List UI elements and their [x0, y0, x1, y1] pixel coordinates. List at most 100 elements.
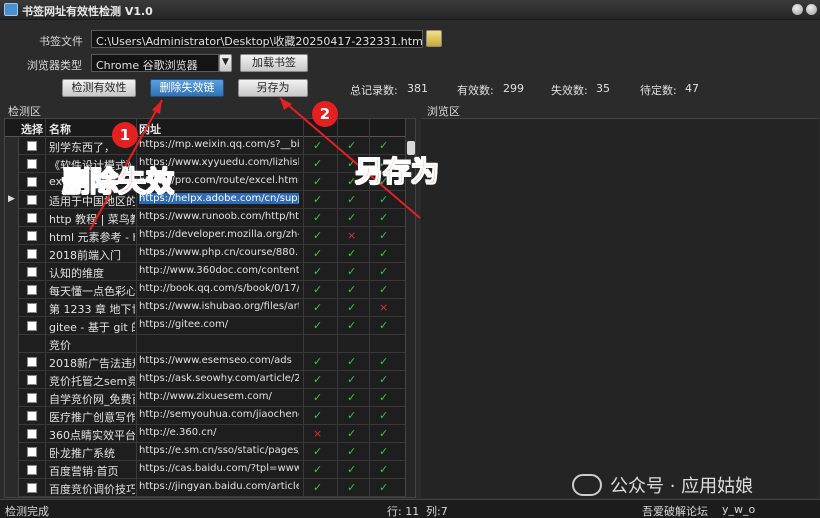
row-url[interactable]: http://book.qq.com/s/book/0/17/17727/	[139, 283, 299, 294]
delete-invalid-button[interactable]: 删除失效链	[150, 79, 224, 97]
table-row[interactable]: http 教程 | 菜鸟教程 https://www.runoob.com/htt…	[5, 209, 405, 227]
close-button[interactable]	[806, 4, 817, 15]
row-header[interactable]	[5, 353, 19, 371]
forum-text: 吾爱破解论坛	[642, 505, 708, 518]
row-checkbox[interactable]	[27, 357, 37, 367]
row-checkbox[interactable]	[27, 195, 37, 205]
row-checkbox[interactable]	[27, 321, 37, 331]
table-row[interactable]: 自学竞价网_免费百 http://www.zixuesem.com/ ✓ ✓ ✓	[5, 389, 405, 407]
row-checkbox[interactable]	[27, 447, 37, 457]
row-url[interactable]: https://cas.baidu.com/?tpl=www2&from	[139, 463, 299, 474]
row-checkbox[interactable]	[27, 267, 37, 277]
row-header[interactable]	[5, 209, 19, 227]
row-checkbox[interactable]	[27, 177, 37, 187]
row-name: gitee - 基于 git 的代	[49, 321, 135, 334]
row-header[interactable]	[5, 389, 19, 407]
annotation-badge-1: 1	[112, 122, 138, 148]
row-header[interactable]	[5, 371, 19, 389]
row-checkbox[interactable]	[27, 303, 37, 313]
row-status-2: ✓	[347, 409, 357, 422]
row-checkbox[interactable]	[27, 141, 37, 151]
bookmark-path-field[interactable]: C:\Users\Administrator\Desktop\收藏2025041…	[91, 30, 423, 48]
row-url[interactable]: https://e.sm.cn/sso/static/pages/wlsso.h	[139, 445, 299, 456]
row-url[interactable]: https://www.php.cn/course/880.html	[139, 247, 299, 258]
row-url[interactable]: http://www.zixuesem.com/	[139, 391, 299, 402]
row-url[interactable]: https://www.ishubao.org/files/article/ht	[139, 301, 299, 312]
row-header[interactable]	[5, 497, 19, 498]
row-header[interactable]	[5, 407, 19, 425]
user-text: y_w_o	[722, 503, 756, 516]
header-select: 选择	[21, 123, 43, 136]
pending-count: 47	[685, 82, 699, 95]
row-url[interactable]: https://www.esemseo.com/ads	[139, 355, 299, 366]
row-url[interactable]: https://www.runoob.com/http/http-tutor	[139, 211, 299, 222]
table-row[interactable]: 360点睛实效平台-http://e.360.cn/ × ✓ ✓	[5, 425, 405, 443]
row-checkbox[interactable]	[27, 411, 37, 421]
table-row[interactable]: 2018前端入门 https://www.php.cn/course/880.ht…	[5, 245, 405, 263]
row-status-2: ✓	[347, 355, 357, 368]
table-row[interactable]: 每天懂一点色彩心 http://book.qq.com/s/book/0/17/1…	[5, 281, 405, 299]
row-header[interactable]	[5, 335, 19, 353]
invalid-count: 35	[596, 82, 610, 95]
row-header[interactable]: ▶	[5, 191, 19, 209]
table-row[interactable]: 医疗推广创意写作 http://semyouhua.com/jiaocheng/6…	[5, 407, 405, 425]
table-row[interactable]: 认知的维度 http://www.360doc.com/content/16/04…	[5, 263, 405, 281]
row-header[interactable]	[5, 461, 19, 479]
chevron-down-icon[interactable]: ▼	[219, 54, 232, 72]
row-url[interactable]: http://www.360doc.com/content/16/040	[139, 265, 299, 276]
row-checkbox[interactable]	[27, 483, 37, 493]
row-checkbox[interactable]	[27, 375, 37, 385]
table-row[interactable]: 卧龙推广系统 https://e.sm.cn/sso/static/pages/w…	[5, 443, 405, 461]
table-row[interactable]: 2018新广告法违规 https://www.esemseo.com/ads ✓ ✓ ✓	[5, 353, 405, 371]
table-row[interactable]: 别学东西了，https://mp.weixin.qq.com/s?__biz=m…	[5, 137, 405, 155]
row-url[interactable]: https://developer.mozilla.org/zh-cn/docs	[139, 229, 299, 240]
table-row[interactable]: urlencode编码http://tool.chinaz.com/tools/…	[5, 497, 405, 498]
row-url[interactable]: http://e.360.cn/	[139, 427, 299, 438]
load-bookmarks-button[interactable]: 加载书签	[240, 54, 308, 72]
row-url[interactable]: http://semyouhua.com/jiaocheng/691.ht	[139, 409, 299, 420]
row-status-3: ✓	[379, 229, 389, 242]
table-row[interactable]: 竞价托管之sem竞价 https://ask.seowhy.com/article…	[5, 371, 405, 389]
annotation-saveas-text: 另存为	[354, 155, 440, 189]
table-row[interactable]: 竞价	[5, 335, 405, 353]
table-row[interactable]: 百度竞价调价技巧 https://jingyan.baidu.com/articl…	[5, 479, 405, 497]
table-row[interactable]: 百度营销·首页 https://cas.baidu.com/?tpl=www2&f…	[5, 461, 405, 479]
row-url[interactable]: https://mp.weixin.qq.com/s?__biz=mzi2	[139, 139, 299, 150]
table-row[interactable]: html 元素参考 - html https://developer.mozill…	[5, 227, 405, 245]
row-header[interactable]	[5, 227, 19, 245]
row-checkbox[interactable]	[27, 213, 37, 223]
table-row[interactable]: gitee - 基于 git 的代 https://gitee.com/ ✓ ✓ ✓	[5, 317, 405, 335]
row-checkbox[interactable]	[27, 285, 37, 295]
row-checkbox[interactable]	[27, 159, 37, 169]
folder-open-icon[interactable]	[426, 30, 442, 47]
row-header[interactable]	[5, 317, 19, 335]
invalid-label: 失效数:	[551, 84, 588, 97]
row-checkbox[interactable]	[27, 231, 37, 241]
row-checkbox[interactable]	[27, 393, 37, 403]
row-header[interactable]	[5, 425, 19, 443]
row-checkbox[interactable]	[27, 429, 37, 439]
check-validity-button[interactable]: 检测有效性	[62, 79, 136, 97]
row-checkbox[interactable]	[27, 465, 37, 475]
minimize-button[interactable]	[792, 4, 803, 15]
row-header[interactable]	[5, 263, 19, 281]
row-header[interactable]	[5, 479, 19, 497]
row-header[interactable]	[5, 245, 19, 263]
table-row[interactable]: 第 1233 章 地下世界 https://www.ishubao.org/fil…	[5, 299, 405, 317]
pending-label: 待定数:	[640, 84, 677, 97]
row-header[interactable]	[5, 155, 19, 173]
row-header[interactable]	[5, 443, 19, 461]
row-name: 卧龙推广系统	[49, 447, 115, 460]
bookmark-file-label: 书签文件	[39, 35, 83, 48]
save-as-button[interactable]: 另存为	[238, 79, 308, 97]
row-header[interactable]	[5, 299, 19, 317]
row-header[interactable]	[5, 281, 19, 299]
row-name: 竞价托管之sem竞价	[49, 375, 135, 388]
row-header[interactable]	[5, 137, 19, 155]
row-checkbox[interactable]	[27, 249, 37, 259]
row-url[interactable]: https://ask.seowhy.com/article/27527	[139, 373, 299, 384]
row-header[interactable]	[5, 173, 19, 191]
browser-select[interactable]: Chrome 谷歌浏览器	[91, 54, 219, 72]
row-url[interactable]: https://gitee.com/	[139, 319, 299, 330]
row-url[interactable]: https://jingyan.baidu.com/article/546ae1	[139, 481, 299, 492]
